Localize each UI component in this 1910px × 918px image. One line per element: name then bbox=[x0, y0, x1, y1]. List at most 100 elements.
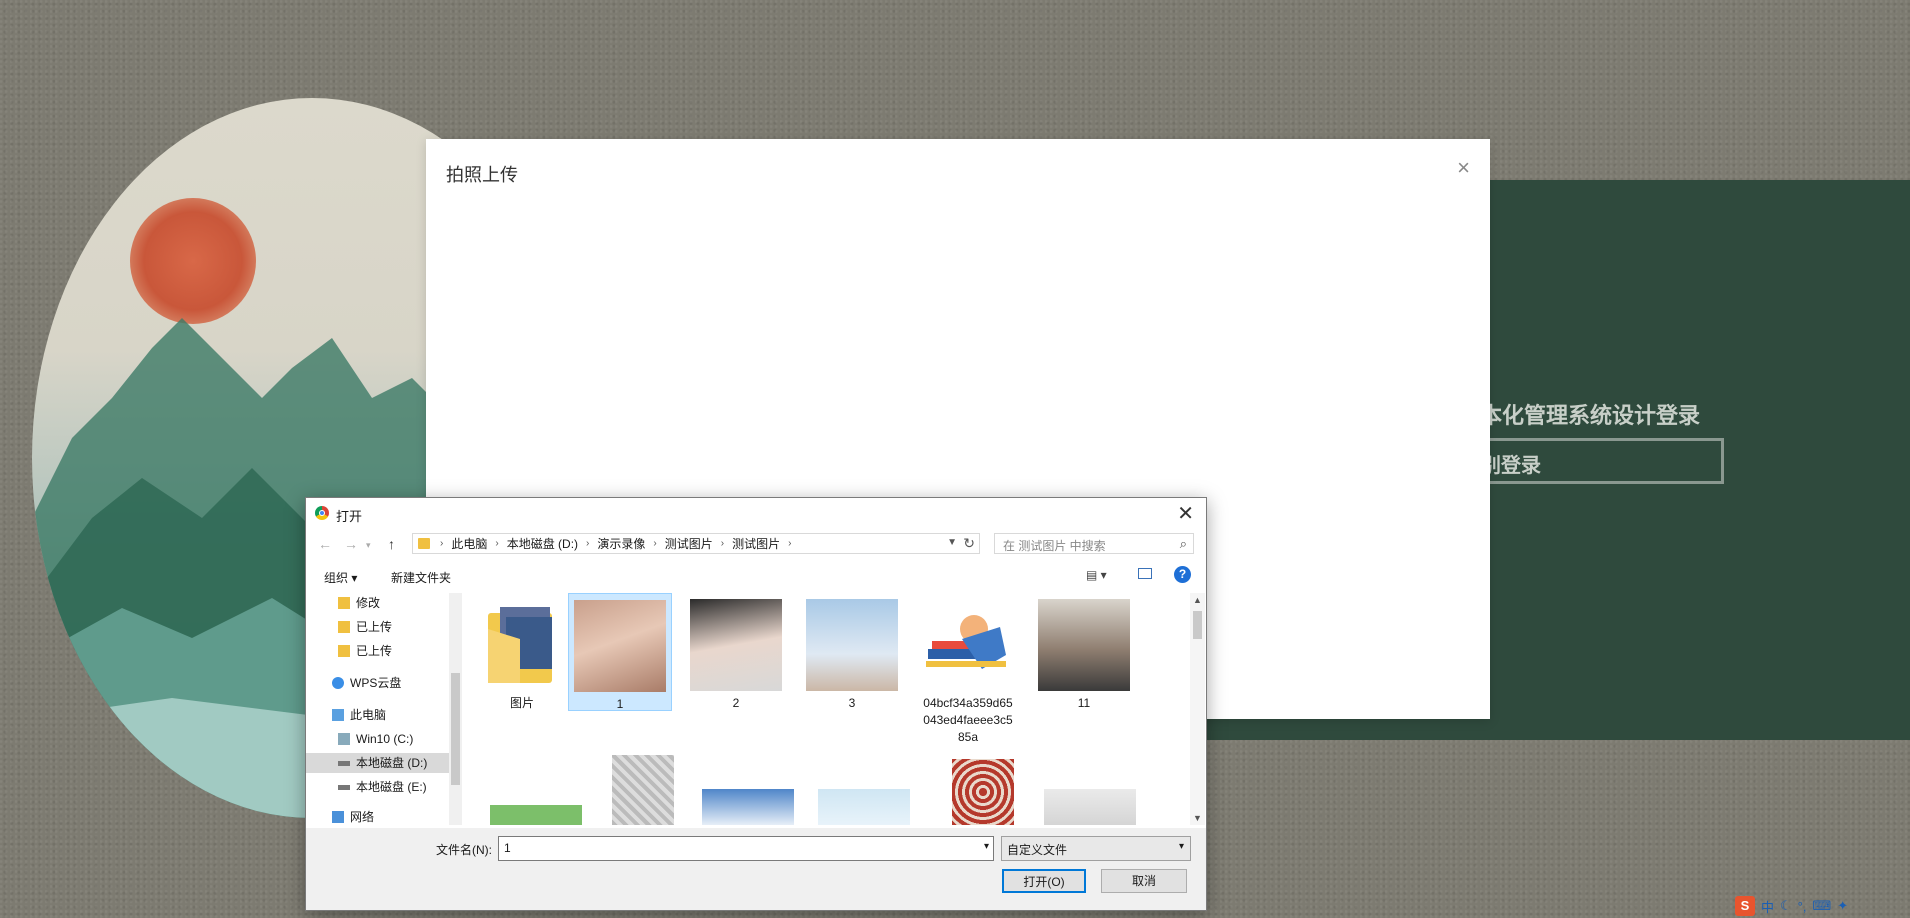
ime-mode[interactable]: 中 bbox=[1761, 897, 1774, 916]
nav-item-this-pc[interactable]: 此电脑 bbox=[332, 705, 386, 725]
scroll-down-icon[interactable]: ▼ bbox=[1193, 813, 1202, 823]
moon-icon[interactable]: ☾ bbox=[1780, 898, 1792, 914]
drive-icon bbox=[338, 733, 350, 745]
breadcrumb-item[interactable]: 测试图片 bbox=[732, 535, 780, 552]
open-button[interactable]: 打开(O) bbox=[1002, 869, 1086, 893]
filetype-select[interactable]: 自定义文件 ▾ bbox=[1001, 836, 1191, 861]
nav-item-folder[interactable]: 已上传 bbox=[338, 617, 392, 637]
separator-icon: › bbox=[586, 538, 590, 549]
image-thumbnail[interactable] bbox=[1044, 789, 1136, 825]
keyboard-icon[interactable]: ⌨ bbox=[1812, 898, 1831, 914]
close-icon[interactable]: ✕ bbox=[1177, 501, 1194, 526]
filename-input[interactable]: 1 ▾ bbox=[498, 836, 994, 861]
image-thumbnail bbox=[806, 599, 898, 691]
dialog-footer: 文件名(N): 1 ▾ 自定义文件 ▾ 打开(O) 取消 bbox=[306, 828, 1206, 910]
settings-icon[interactable]: ✦ bbox=[1837, 898, 1848, 914]
nav-item-drive-c[interactable]: Win10 (C:) bbox=[338, 729, 413, 749]
folder-icon bbox=[338, 645, 350, 657]
breadcrumb-item[interactable]: 演示录像 bbox=[597, 535, 645, 552]
cancel-button[interactable]: 取消 bbox=[1101, 869, 1187, 893]
breadcrumb-item[interactable]: 本地磁盘 (D:) bbox=[507, 535, 578, 552]
search-placeholder: 在 测试图片 中搜索 bbox=[1003, 539, 1106, 553]
search-icon[interactable]: ⌕ bbox=[1180, 536, 1187, 552]
nav-item-network[interactable]: 网络 bbox=[332, 807, 374, 825]
scrollbar-thumb[interactable] bbox=[451, 673, 460, 785]
nav-item-wps-cloud[interactable]: WPS云盘 bbox=[332, 673, 401, 693]
new-folder-button[interactable]: 新建文件夹 bbox=[391, 569, 451, 586]
back-arrow-icon[interactable]: ← bbox=[318, 536, 332, 552]
image-thumbnail[interactable] bbox=[818, 789, 910, 825]
chevron-down-icon[interactable]: ▾ bbox=[984, 841, 989, 852]
view-options-icon[interactable]: ▤ ▾ bbox=[1086, 568, 1107, 582]
folder-icon bbox=[338, 621, 350, 633]
file-name: 11 bbox=[1077, 696, 1091, 710]
search-input[interactable]: 在 测试图片 中搜索 ⌕ bbox=[994, 533, 1194, 554]
chevron-down-icon[interactable]: ▼ bbox=[947, 537, 957, 548]
breadcrumb-item[interactable]: 此电脑 bbox=[451, 535, 487, 552]
folder-icon bbox=[488, 607, 552, 683]
nav-item-drive-d[interactable]: 本地磁盘 (D:) bbox=[306, 753, 449, 773]
image-thumbnail bbox=[922, 599, 1014, 691]
image-thumbnail[interactable] bbox=[952, 759, 1014, 825]
file-item-folder[interactable]: 图片 bbox=[470, 593, 574, 712]
chevron-down-icon[interactable]: ▾ bbox=[1179, 841, 1184, 852]
recent-chevron-icon[interactable]: ▾ bbox=[366, 540, 371, 551]
nav-item-folder[interactable]: 修改 bbox=[338, 593, 380, 613]
nav-item-label: Win10 (C:) bbox=[356, 732, 414, 746]
address-row: ← → ▾ ↑ › 此电脑 › 本地磁盘 (D:) › 演示录像 › 测试图片 … bbox=[306, 529, 1206, 559]
drive-icon bbox=[338, 784, 350, 790]
nav-item-label: 网络 bbox=[350, 810, 375, 824]
nav-scrollbar[interactable] bbox=[449, 593, 462, 825]
nav-item-drive-e[interactable]: 本地磁盘 (E:) bbox=[338, 777, 427, 797]
image-thumbnail bbox=[574, 600, 666, 692]
nav-item-label: 此电脑 bbox=[350, 708, 387, 722]
file-list: 图片 1 2 3 04bcf34a359d65043ed4faeee3c585a… bbox=[466, 593, 1188, 825]
image-thumbnail[interactable] bbox=[702, 789, 794, 825]
dialog-titlebar: 打开 ✕ bbox=[306, 498, 1206, 528]
file-name: 1 bbox=[616, 697, 624, 711]
address-bar[interactable]: › 此电脑 › 本地磁盘 (D:) › 演示录像 › 测试图片 › 测试图片 ›… bbox=[412, 533, 980, 554]
folder-thumbnail bbox=[476, 599, 568, 691]
scrollbar-thumb[interactable] bbox=[1193, 611, 1202, 639]
nav-item-folder[interactable]: 已上传 bbox=[338, 641, 392, 661]
nav-item-label: 已上传 bbox=[356, 620, 393, 634]
nav-item-label: 已上传 bbox=[356, 644, 393, 658]
image-thumbnail[interactable] bbox=[612, 755, 674, 825]
filetype-value: 自定义文件 bbox=[1007, 843, 1068, 857]
up-arrow-icon[interactable]: ↑ bbox=[388, 536, 395, 552]
nav-item-label: WPS云盘 bbox=[350, 676, 402, 690]
close-icon[interactable]: × bbox=[1457, 155, 1470, 181]
organize-menu[interactable]: 组织 ▾ bbox=[324, 569, 357, 586]
network-icon bbox=[332, 811, 344, 823]
preview-pane-icon[interactable] bbox=[1138, 568, 1152, 579]
navigation-pane: 修改 已上传 已上传 WPS云盘 此电脑 Win10 (C:) 本地磁盘 (D:… bbox=[306, 593, 462, 825]
file-item-image[interactable]: 3 bbox=[800, 593, 904, 712]
separator-icon: › bbox=[495, 538, 499, 549]
face-login-button[interactable]: 别登录 bbox=[1460, 438, 1724, 484]
dialog-toolbar: 组织 ▾ 新建文件夹 ▤ ▾ ? bbox=[306, 560, 1206, 590]
image-thumbnail[interactable] bbox=[490, 805, 582, 825]
forward-arrow-icon[interactable]: → bbox=[344, 536, 358, 552]
separator-icon: › bbox=[788, 538, 792, 549]
modal-title: 拍照上传 bbox=[446, 165, 518, 185]
scroll-up-icon[interactable]: ▲ bbox=[1193, 595, 1202, 605]
login-title: 本化管理系统设计登录 bbox=[1480, 404, 1701, 429]
cloud-icon bbox=[332, 677, 344, 689]
punctuation-icon[interactable]: °, bbox=[1798, 899, 1807, 914]
file-list-scrollbar[interactable]: ▲ ▼ bbox=[1190, 593, 1205, 825]
nav-item-label: 本地磁盘 (D:) bbox=[356, 756, 428, 770]
file-item-image[interactable]: 04bcf34a359d65043ed4faeee3c585a bbox=[916, 593, 1020, 746]
refresh-icon[interactable]: ↻ bbox=[963, 535, 975, 552]
file-open-dialog: 打开 ✕ ← → ▾ ↑ › 此电脑 › 本地磁盘 (D:) › 演示录像 › … bbox=[305, 497, 1207, 911]
file-item-image[interactable]: 1 bbox=[568, 593, 672, 711]
drive-icon bbox=[338, 760, 350, 766]
help-icon[interactable]: ? bbox=[1174, 566, 1191, 583]
breadcrumb-item[interactable]: 测试图片 bbox=[665, 535, 713, 552]
nav-item-label: 修改 bbox=[356, 596, 381, 610]
file-item-image[interactable]: 11 bbox=[1032, 593, 1136, 712]
separator-icon: › bbox=[440, 538, 444, 549]
file-item-image[interactable]: 2 bbox=[684, 593, 788, 712]
sogou-logo-icon[interactable]: S bbox=[1735, 896, 1755, 916]
folder-icon bbox=[418, 538, 430, 549]
ime-toolbar: S 中 ☾ °, ⌨ ✦ bbox=[1735, 896, 1848, 916]
